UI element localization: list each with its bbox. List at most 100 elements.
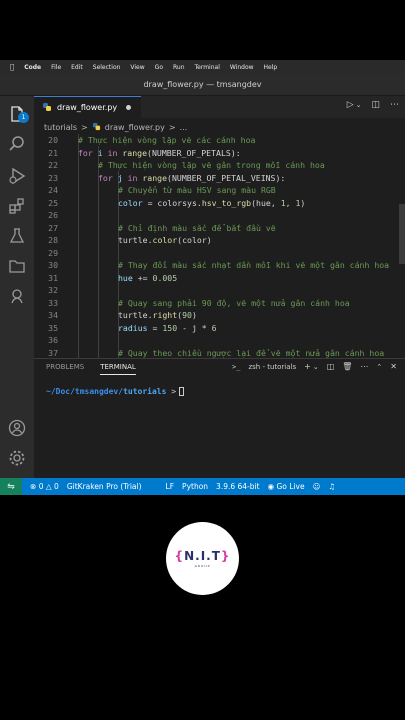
menu-window[interactable]: Window xyxy=(230,64,254,71)
code-line[interactable]: 22 # Thực hiện vòng lặp vẽ gân trong mỗi … xyxy=(34,159,405,172)
menu-selection[interactable]: Selection xyxy=(93,64,121,71)
run-file-icon[interactable]: ▷ xyxy=(347,100,354,110)
breadcrumb-symbol[interactable]: ... xyxy=(180,123,188,132)
run-debug-icon[interactable] xyxy=(7,166,27,186)
terminal-prompt[interactable]: ~/Doc/tmsangdev/tutorials > xyxy=(46,387,185,396)
code-token: i xyxy=(97,147,108,158)
close-icon[interactable]: ✕ xyxy=(390,362,397,371)
chevron-down-icon[interactable]: ⌄ xyxy=(356,101,362,110)
code-line[interactable]: 35 radius = 150 - j * 6 xyxy=(34,322,405,335)
menu-code[interactable]: Code xyxy=(24,64,41,71)
error-icon: ⊗ xyxy=(30,482,37,491)
menu-edit[interactable]: Edit xyxy=(71,64,83,71)
code-line[interactable]: 37 # Quay theo chiều ngược lại để vẽ một … xyxy=(34,347,405,359)
settings-gear-icon[interactable] xyxy=(7,448,27,468)
terminal-name[interactable]: zsh - tutorials xyxy=(248,363,296,371)
code-line[interactable]: 21 for i in range(NUMBER_OF_PETALS): xyxy=(34,147,405,160)
gitkraken-icon[interactable] xyxy=(7,286,27,306)
editor-scrollbar[interactable] xyxy=(399,204,405,264)
line-number: 36 xyxy=(48,335,58,345)
unsaved-dot-icon[interactable] xyxy=(126,105,132,110)
code-token: # Thực hiện vòng lặp vẽ các cánh hoa xyxy=(78,135,256,145)
code-line[interactable]: 26 xyxy=(34,209,405,222)
code-token: # Chỉ định màu sắc để bắt đầu vẽ xyxy=(118,222,276,233)
more-actions-icon[interactable]: ⋯ xyxy=(390,100,399,110)
split-terminal-icon[interactable]: ◫ xyxy=(327,362,335,371)
code-line[interactable]: 20 # Thực hiện vòng lặp vẽ các cánh hoa xyxy=(34,134,405,147)
chevron-up-icon[interactable]: ⌃ xyxy=(376,363,382,371)
folder-icon[interactable] xyxy=(7,256,27,276)
menu-file[interactable]: File xyxy=(51,64,61,71)
menu-terminal[interactable]: Terminal xyxy=(195,64,220,71)
gitkraken-status[interactable]: GitKraken Pro (Trial) xyxy=(67,482,142,491)
status-bar: ⇋ ⊗ 0 △ 0 GitKraken Pro (Trial) LF Pytho… xyxy=(0,478,405,495)
language-status[interactable]: Python xyxy=(182,482,208,491)
code-editor[interactable]: 20 # Thực hiện vòng lặp vẽ các cánh hoa 21… xyxy=(34,134,405,358)
prompt-symbol: > xyxy=(171,387,177,396)
split-editor-icon[interactable]: ◫ xyxy=(371,100,380,110)
code-token: (NUMBER_OF_PETAL_VEINS): xyxy=(167,172,286,183)
more-actions-icon[interactable]: ⋯ xyxy=(360,362,368,371)
extensions-icon[interactable] xyxy=(7,196,27,216)
vscode-window:  Code File Edit Selection View Go Run T… xyxy=(0,60,405,495)
apple-icon[interactable]:  xyxy=(10,63,14,71)
chevron-down-icon[interactable]: ⌄ xyxy=(313,363,319,371)
line-number: 21 xyxy=(48,147,58,158)
prompt-path: ~/Doc/tmsangdev/ xyxy=(46,387,124,396)
tab-actions: ▷ ⌄ ◫ ⋯ xyxy=(347,100,399,110)
breadcrumb-folder[interactable]: tutorials xyxy=(44,123,77,132)
code-line[interactable]: 36 xyxy=(34,334,405,347)
code-token: (hue, xyxy=(251,197,281,208)
menu-view[interactable]: View xyxy=(130,64,144,71)
code-line[interactable]: 31 hue += 0.005 xyxy=(34,272,405,285)
code-token: # Thay đổi màu sắc nhạt dần mỗi khi vẽ m… xyxy=(118,260,390,270)
code-line[interactable]: 23 for j in range(NUMBER_OF_PETAL_VEINS): xyxy=(34,172,405,185)
breadcrumb-file[interactable]: draw_flower.py xyxy=(105,123,165,132)
eol-status[interactable]: LF xyxy=(166,482,175,491)
code-line[interactable]: 32 xyxy=(34,284,405,297)
problems-status[interactable]: ⊗ 0 △ 0 xyxy=(30,482,59,491)
code-line[interactable]: 28 turtle.color(color) xyxy=(34,234,405,247)
testing-icon[interactable] xyxy=(7,226,27,246)
new-terminal-icon[interactable]: + xyxy=(304,362,311,371)
interpreter-status[interactable]: 3.9.6 64-bit xyxy=(216,482,260,491)
menu-run[interactable]: Run xyxy=(173,64,185,71)
code-token: (NUMBER_OF_PETALS): xyxy=(147,147,241,158)
code-line[interactable]: 27 # Chỉ định màu sắc để bắt đầu vẽ xyxy=(34,222,405,235)
tab-label: draw_flower.py xyxy=(57,103,118,112)
feedback-icon[interactable]: ☺ xyxy=(313,482,321,491)
code-token: 150 xyxy=(162,322,183,333)
remote-icon[interactable]: ⇋ xyxy=(0,478,22,495)
line-number: 34 xyxy=(48,310,58,320)
terminal-cursor xyxy=(179,387,185,396)
prompt-dir: tutorials xyxy=(123,387,167,396)
tab-draw-flower[interactable]: draw_flower.py xyxy=(34,96,142,118)
terminal-shell-icon: >_ xyxy=(232,362,241,371)
tab-terminal[interactable]: TERMINAL xyxy=(100,363,136,375)
nit-logo: {N.I.T} GROUP xyxy=(166,522,239,595)
broadcast-icon: ◉ xyxy=(267,482,275,491)
code-token: = colorsys. xyxy=(147,197,202,208)
code-line[interactable]: 30 # Thay đổi màu sắc nhạt dần mỗi khi vẽ… xyxy=(34,259,405,272)
trash-icon[interactable]: 🗑 xyxy=(342,362,352,371)
search-icon[interactable] xyxy=(7,134,27,154)
code-token: turtle. xyxy=(118,310,153,320)
menu-go[interactable]: Go xyxy=(155,64,163,71)
tab-problems[interactable]: PROBLEMS xyxy=(46,363,84,375)
code-line[interactable]: 34 turtle.right(90) xyxy=(34,309,405,322)
code-token: , xyxy=(285,197,296,208)
code-line[interactable]: 33 # Quay sang phải 90 độ, vẽ một nửa gân… xyxy=(34,297,405,310)
bell-icon[interactable]: ♫ xyxy=(328,482,335,491)
code-token: color xyxy=(118,197,148,208)
logo-brace-left: { xyxy=(174,549,185,563)
code-token: j xyxy=(117,172,128,183)
account-icon[interactable] xyxy=(7,418,27,438)
line-number: 24 xyxy=(48,185,58,195)
code-line[interactable]: 29 xyxy=(34,247,405,260)
code-token: radius xyxy=(118,322,153,333)
code-line[interactable]: 25 color = colorsys.hsv_to_rgb(hue, 1, 1) xyxy=(34,197,405,210)
code-token: # Quay theo chiều ngược lại để vẽ một nử… xyxy=(118,347,385,358)
menu-help[interactable]: Help xyxy=(264,64,278,71)
code-line[interactable]: 24 # Chuyển từ màu HSV sang màu RGB xyxy=(34,184,405,197)
golive-status[interactable]: ◉ Go Live xyxy=(268,482,305,491)
